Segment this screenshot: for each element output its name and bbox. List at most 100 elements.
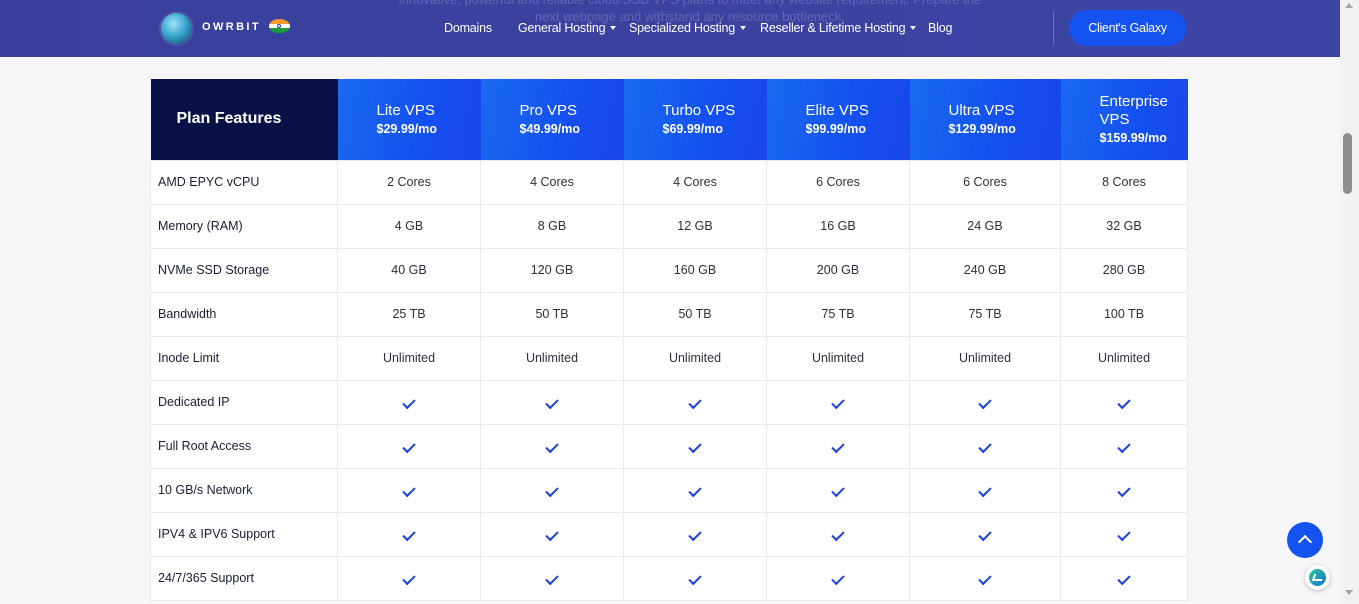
plan-name: Ultra VPS bbox=[948, 102, 1015, 120]
feature-cell bbox=[480, 423, 624, 469]
feature-value: 4 GB bbox=[337, 203, 481, 249]
chat-widget-icon bbox=[1309, 569, 1326, 586]
checkmark-icon bbox=[688, 527, 702, 542]
feature-value: 2 Cores bbox=[337, 159, 481, 205]
feature-cell bbox=[623, 379, 767, 425]
nav-domains[interactable]: Domains bbox=[444, 21, 492, 35]
feature-name: IPV4 & IPV6 Support bbox=[150, 511, 338, 557]
checkmark-icon bbox=[831, 395, 845, 410]
chevron-down-icon bbox=[610, 26, 617, 30]
feature-value: 4 Cores bbox=[623, 159, 767, 205]
checkmark-icon bbox=[978, 527, 992, 542]
plan-header-elite: Elite VPS $99.99/mo bbox=[766, 79, 910, 160]
feature-name: 10 GB/s Network bbox=[150, 467, 338, 513]
feature-cell bbox=[1060, 511, 1188, 557]
scroll-up-arrow-icon[interactable] bbox=[1345, 3, 1353, 8]
brand-name[interactable]: OWRBIT bbox=[202, 21, 261, 33]
plan-comparison-table: Plan Features Lite VPS $29.99/mo Pro VPS $… bbox=[150, 79, 1188, 601]
table-row: Dedicated IP bbox=[150, 379, 1188, 425]
checkmark-icon bbox=[402, 395, 416, 410]
feature-cell bbox=[766, 511, 910, 557]
table-row: Bandwidth 25 TB 50 TB 50 TB 75 TB 75 TB 100 TB bbox=[150, 291, 1188, 337]
table-row: Full Root Access bbox=[150, 423, 1188, 469]
feature-cell bbox=[766, 555, 910, 601]
nav-reseller-label: Reseller & Lifetime Hosting bbox=[760, 21, 906, 35]
nav-divider bbox=[1053, 12, 1054, 45]
feature-cell bbox=[1060, 467, 1188, 513]
ghost-line-1: innovative, powerful and reliable cloud … bbox=[370, 0, 1010, 8]
india-flag-icon[interactable] bbox=[269, 19, 290, 33]
feature-value: Unlimited bbox=[766, 335, 910, 381]
plan-header-ultra: Ultra VPS $129.99/mo bbox=[909, 79, 1061, 160]
plan-price: $49.99/mo bbox=[519, 122, 580, 137]
chat-widget-button[interactable] bbox=[1305, 565, 1330, 590]
feature-value: 4 Cores bbox=[480, 159, 624, 205]
plan-header-pro: Pro VPS $49.99/mo bbox=[480, 79, 624, 160]
plan-price: $29.99/mo bbox=[376, 122, 437, 137]
globe-logo-icon[interactable] bbox=[161, 13, 192, 44]
clients-galaxy-button[interactable]: Client's Galaxy bbox=[1069, 10, 1186, 46]
feature-value: 50 TB bbox=[480, 291, 624, 337]
checkmark-icon bbox=[402, 483, 416, 498]
feature-cell bbox=[909, 423, 1061, 469]
scrollbar[interactable] bbox=[1340, 0, 1359, 604]
table-row: 10 GB/s Network bbox=[150, 467, 1188, 513]
nav-general-label: General Hosting bbox=[518, 21, 606, 35]
checkmark-icon bbox=[402, 439, 416, 454]
feature-cell bbox=[337, 511, 481, 557]
checkmark-icon bbox=[545, 483, 559, 498]
feature-name: Dedicated IP bbox=[150, 379, 338, 425]
checkmark-icon bbox=[402, 527, 416, 542]
checkmark-icon bbox=[402, 571, 416, 586]
feature-value: Unlimited bbox=[480, 335, 624, 381]
checkmark-icon bbox=[545, 527, 559, 542]
feature-cell bbox=[1060, 379, 1188, 425]
feature-cell bbox=[480, 467, 624, 513]
site-header: innovative, powerful and reliable cloud … bbox=[0, 0, 1340, 57]
plan-name: Turbo VPS bbox=[662, 102, 736, 120]
plan-price: $99.99/mo bbox=[805, 122, 866, 137]
feature-value: 6 Cores bbox=[909, 159, 1061, 205]
feature-cell bbox=[337, 467, 481, 513]
nav-blog[interactable]: Blog bbox=[928, 21, 952, 35]
feature-value: 32 GB bbox=[1060, 203, 1188, 249]
plan-header-turbo: Turbo VPS $69.99/mo bbox=[623, 79, 767, 160]
plan-name: Enterprise VPS bbox=[1099, 93, 1168, 129]
feature-value: 50 TB bbox=[623, 291, 767, 337]
nav-reseller-hosting[interactable]: Reseller & Lifetime Hosting bbox=[760, 21, 917, 35]
checkmark-icon bbox=[1117, 439, 1131, 454]
scroll-down-arrow-icon[interactable] bbox=[1345, 590, 1353, 595]
table-header-row: Plan Features Lite VPS $29.99/mo Pro VPS $… bbox=[150, 79, 1188, 160]
feature-cell bbox=[337, 423, 481, 469]
feature-cell bbox=[766, 467, 910, 513]
feature-name: Inode Limit bbox=[150, 335, 338, 381]
checkmark-icon bbox=[1117, 483, 1131, 498]
chevron-down-icon bbox=[910, 26, 917, 30]
feature-value: 100 TB bbox=[1060, 291, 1188, 337]
feature-value: Unlimited bbox=[909, 335, 1061, 381]
feature-value: 75 TB bbox=[909, 291, 1061, 337]
feature-value: 75 TB bbox=[766, 291, 910, 337]
feature-cell bbox=[766, 423, 910, 469]
back-to-top-button[interactable] bbox=[1287, 522, 1323, 558]
feature-value: 12 GB bbox=[623, 203, 767, 249]
feature-name: 24/7/365 Support bbox=[150, 555, 338, 601]
plan-header-lite: Lite VPS $29.99/mo bbox=[337, 79, 481, 160]
checkmark-icon bbox=[688, 395, 702, 410]
feature-value: 25 TB bbox=[337, 291, 481, 337]
plan-price: $129.99/mo bbox=[948, 122, 1016, 137]
nav-specialized-hosting[interactable]: Specialized Hosting bbox=[629, 21, 746, 35]
scrollbar-thumb[interactable] bbox=[1343, 133, 1352, 194]
chevron-down-icon bbox=[739, 26, 746, 30]
feature-cell bbox=[480, 555, 624, 601]
plan-header-enterprise: Enterprise VPS $159.99/mo bbox=[1060, 79, 1188, 160]
feature-cell bbox=[337, 379, 481, 425]
checkmark-icon bbox=[545, 395, 559, 410]
feature-name: NVMe SSD Storage bbox=[150, 247, 338, 293]
feature-value: 8 GB bbox=[480, 203, 624, 249]
feature-cell bbox=[909, 467, 1061, 513]
feature-cell bbox=[909, 555, 1061, 601]
feature-value: 16 GB bbox=[766, 203, 910, 249]
checkmark-icon bbox=[545, 439, 559, 454]
nav-general-hosting[interactable]: General Hosting bbox=[518, 21, 617, 35]
